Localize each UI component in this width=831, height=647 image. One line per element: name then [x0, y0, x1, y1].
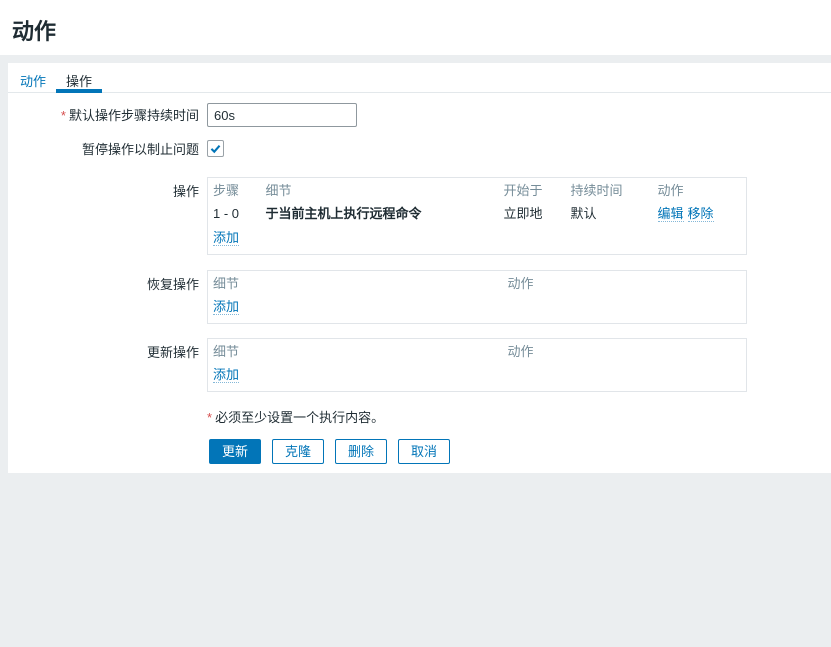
recovery-header-row: 细节 动作: [208, 271, 747, 296]
remove-link[interactable]: 移除: [688, 206, 714, 222]
cancel-button[interactable]: 取消: [398, 439, 450, 464]
footnote: *必须至少设置一个执行内容。: [207, 407, 384, 426]
buttons-row: 更新 克隆 删除 取消: [8, 439, 831, 464]
col-duration: 持续时间: [566, 178, 653, 203]
update-operations-row: 更新操作 细节 动作 添加: [8, 338, 831, 392]
operations-header-row: 步骤 细节 开始于 持续时间 动作: [208, 178, 747, 203]
update-operations-table: 细节 动作 添加: [207, 338, 747, 392]
tab-bar: 动作 操作: [8, 63, 831, 93]
col-action: 动作: [503, 339, 747, 364]
col-start-in: 开始于: [499, 178, 566, 203]
update-header-row: 细节 动作: [208, 339, 747, 364]
recovery-operations-table: 细节 动作 添加: [207, 270, 747, 324]
required-asterisk: *: [61, 108, 66, 123]
delete-button[interactable]: 删除: [335, 439, 387, 464]
pause-suppressed-label: 暂停操作以制止问题: [8, 141, 199, 158]
footnote-row: *必须至少设置一个执行内容。: [8, 407, 831, 426]
required-asterisk: *: [207, 410, 212, 425]
operation-details: 于当前主机上执行远程命令: [261, 202, 499, 226]
update-operations-label: 更新操作: [8, 338, 199, 361]
update-add-link[interactable]: 添加: [213, 367, 239, 383]
recovery-operations-label: 恢复操作: [8, 270, 199, 293]
tab-action[interactable]: 动作: [10, 63, 56, 93]
checkmark-icon: [209, 142, 222, 155]
operations-table: 步骤 细节 开始于 持续时间 动作 1 - 0 于当前主机上执行远程命令 立即地…: [207, 177, 747, 255]
pause-suppressed-row: 暂停操作以制止问题: [8, 140, 831, 158]
operations-row: 操作 步骤 细节 开始于 持续时间 动作 1 - 0 于当前主机上执行远程命令 …: [8, 177, 831, 255]
update-button[interactable]: 更新: [209, 439, 261, 464]
col-details: 细节: [208, 271, 503, 296]
recovery-operations-row: 恢复操作 细节 动作 添加: [8, 270, 831, 324]
tab-operations[interactable]: 操作: [56, 63, 102, 93]
edit-link[interactable]: 编辑: [658, 206, 684, 222]
page-title: 动作: [12, 14, 819, 46]
operations-add-link[interactable]: 添加: [213, 230, 239, 246]
recovery-add-row: 添加: [208, 295, 747, 324]
operation-steps: 1 - 0: [208, 202, 261, 226]
col-details: 细节: [208, 339, 503, 364]
default-step-duration-row: *默认操作步骤持续时间: [8, 103, 831, 127]
operation-duration: 默认: [566, 202, 653, 226]
col-details: 细节: [261, 178, 499, 203]
operation-actions: 编辑移除: [653, 202, 747, 226]
action-edit-card: 动作 操作 *默认操作步骤持续时间 暂停操作以制止问题 操作: [8, 63, 831, 473]
default-step-duration-label: *默认操作步骤持续时间: [8, 107, 199, 124]
operation-row: 1 - 0 于当前主机上执行远程命令 立即地 默认 编辑移除: [208, 202, 747, 226]
update-add-row: 添加: [208, 363, 747, 392]
pause-suppressed-checkbox[interactable]: [207, 140, 224, 157]
recovery-add-link[interactable]: 添加: [213, 299, 239, 315]
operation-start-in: 立即地: [499, 202, 566, 226]
col-action: 动作: [503, 271, 747, 296]
operations-form: *默认操作步骤持续时间 暂停操作以制止问题 操作 步骤: [8, 93, 831, 464]
page-header: 动作: [0, 0, 831, 55]
col-action: 动作: [653, 178, 747, 203]
operations-label: 操作: [8, 177, 199, 200]
operations-add-row: 添加: [208, 226, 747, 255]
default-step-duration-input[interactable]: [207, 103, 357, 127]
col-steps: 步骤: [208, 178, 261, 203]
clone-button[interactable]: 克隆: [272, 439, 324, 464]
